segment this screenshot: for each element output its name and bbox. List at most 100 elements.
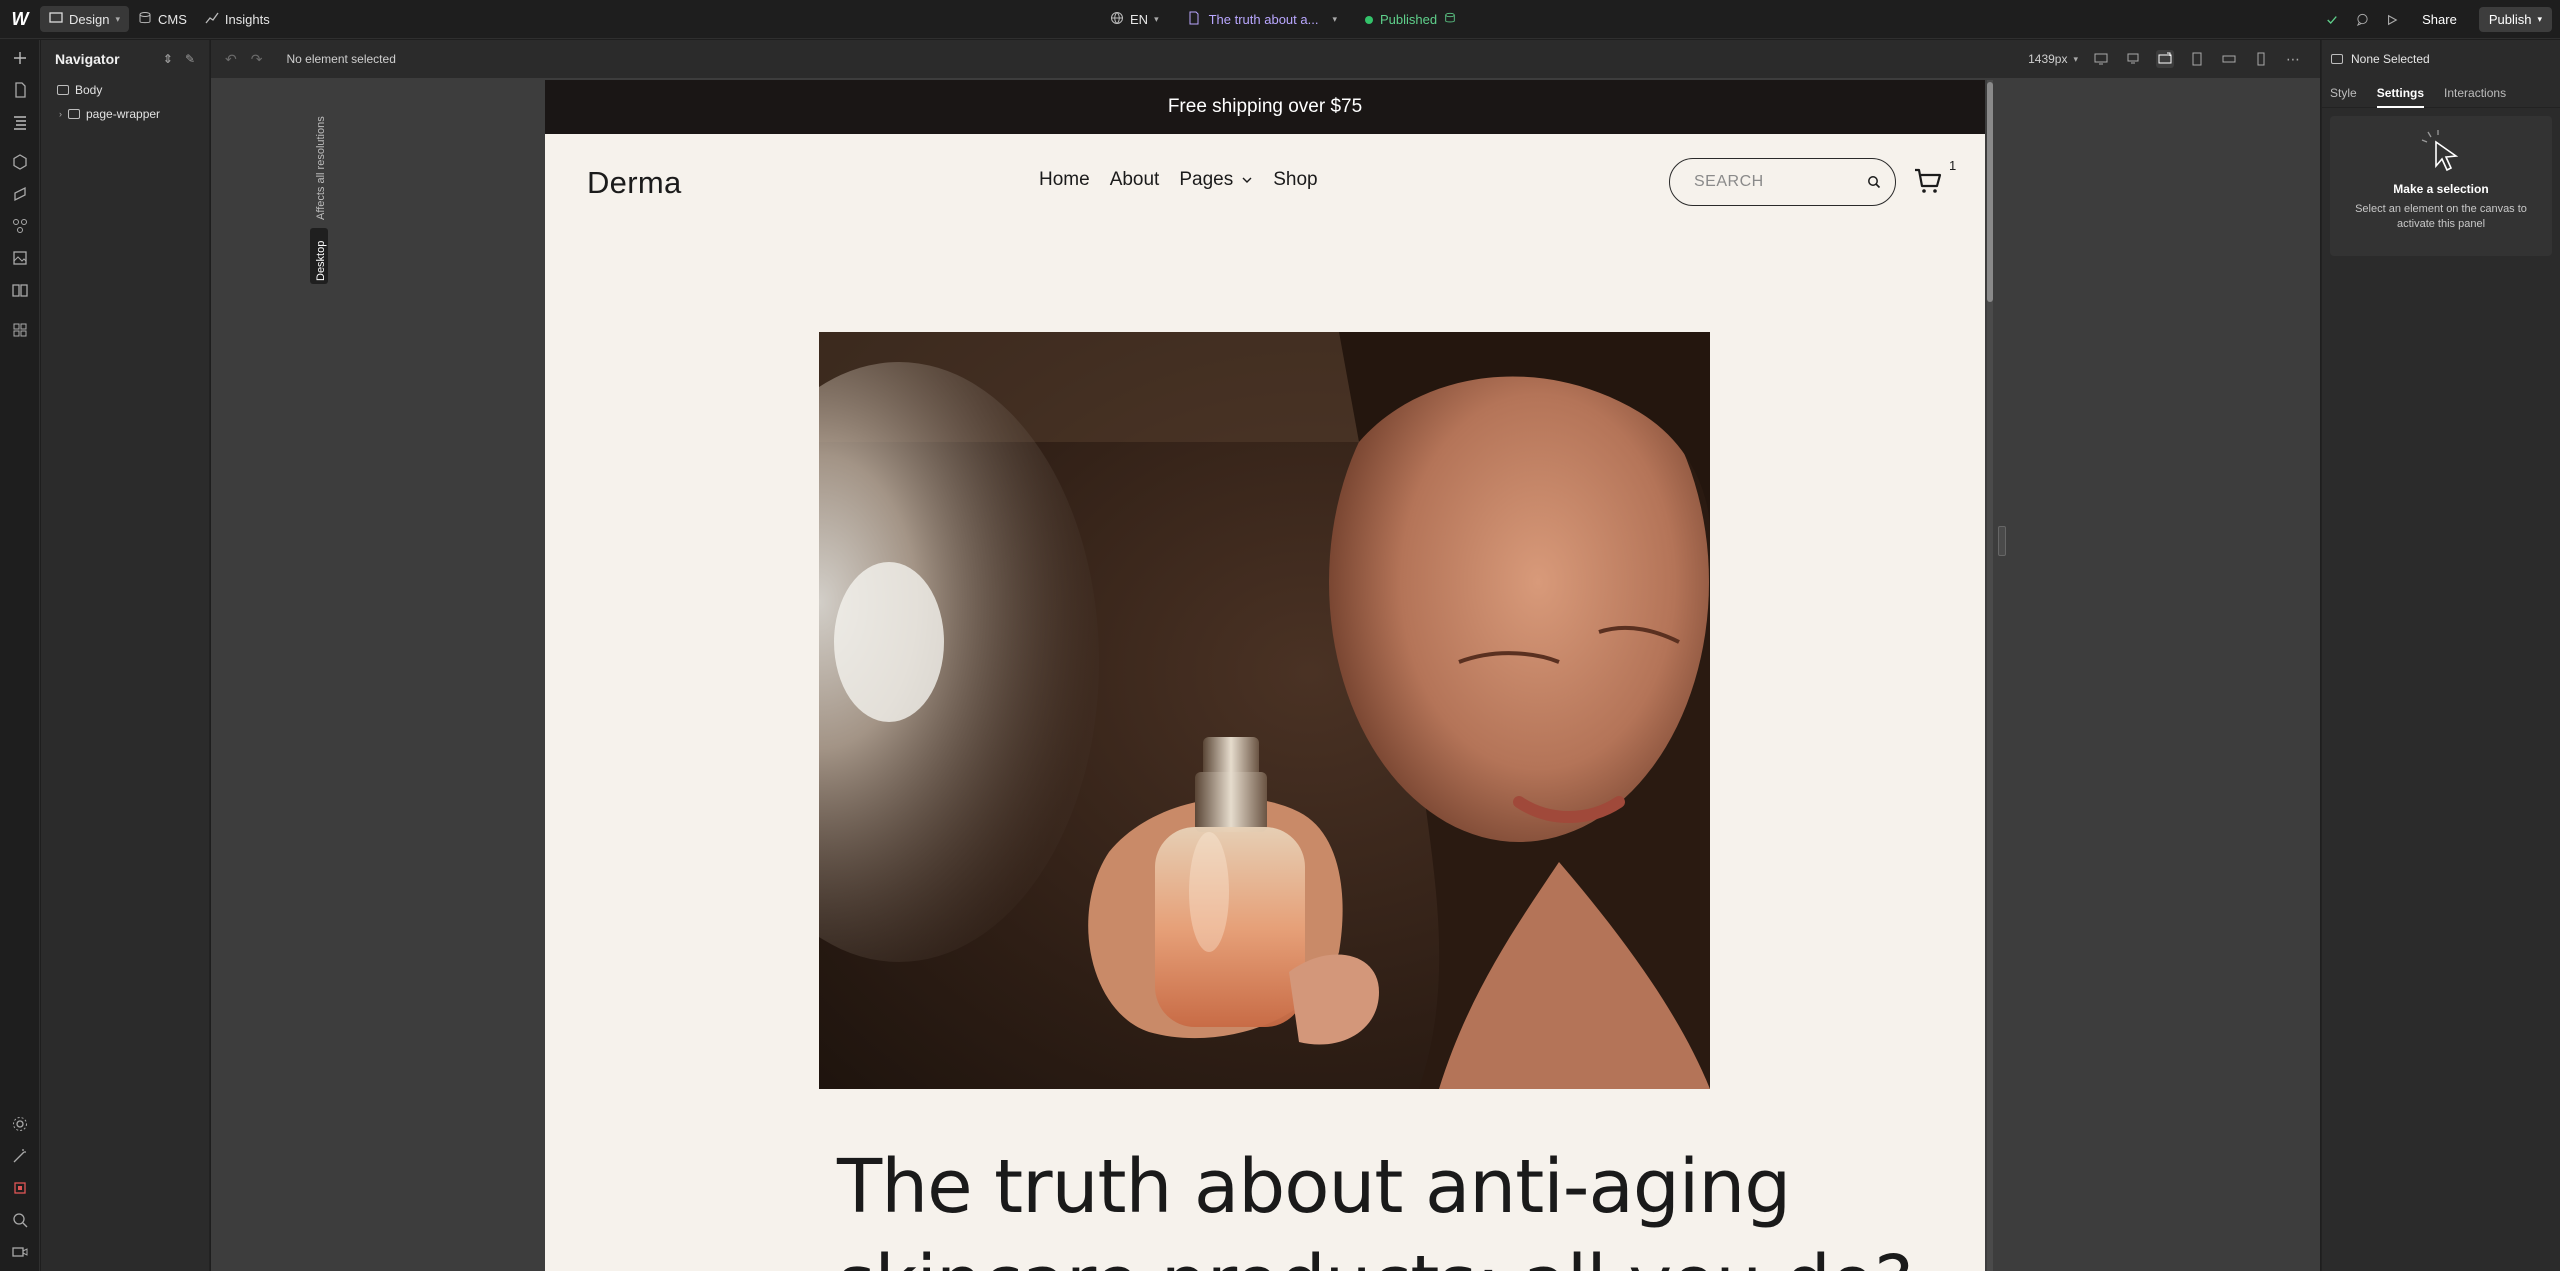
search-icon[interactable] [10,1210,30,1230]
video-icon[interactable] [10,1242,30,1262]
menu-shop[interactable]: Shop [1273,169,1317,191]
pages-icon[interactable] [10,80,30,100]
chevron-right-icon[interactable]: › [59,109,62,119]
chevron-down-icon: ▾ [115,13,120,24]
hero-image-woman-with-serum[interactable] [819,332,1710,1089]
components-icon[interactable] [10,152,30,172]
globe-icon [1110,11,1124,28]
breakpoint-mobile-landscape-icon[interactable] [2220,50,2238,68]
selection-header: None Selected [2322,40,2560,78]
empty-description: Select an element on the canvas to activ… [2355,203,2527,230]
page-name: The truth about a... [1208,12,1319,27]
chevron-down-icon [1242,177,1252,183]
insights-button[interactable]: Insights [196,6,279,32]
status-dot [1364,15,1373,24]
publish-label: Publish [2488,12,2532,27]
expand-collapse-icon[interactable]: ⇕ [163,52,173,66]
canvas-scrollbar[interactable] [1987,80,1993,1271]
page-selector[interactable]: The truth about a... ▾ [1187,11,1337,28]
breakpoint-desktop-icon[interactable] [2156,50,2174,68]
selection-label: None Selected [2351,52,2430,66]
tree-item-label: Body [75,83,103,97]
publish-status[interactable]: Published [1364,12,1456,27]
cart-icon[interactable] [1913,166,1943,196]
design-canvas[interactable]: Affects all resolutions Desktop Free shi… [211,78,2320,1271]
brand-logo[interactable]: Derma [587,165,682,201]
cms-label: CMS [158,11,187,27]
preview-play-icon[interactable] [2384,12,2400,28]
navigator-panel: Navigator ⇕ ✎ Body › page-wrapper [41,40,210,1271]
empty-title: Make a selection [2393,182,2489,196]
status-label: Published [1379,12,1438,27]
article-headline-line-2[interactable]: skincare products: all you do? [837,1240,1913,1271]
design-label: Design [69,11,110,27]
navigator-icon[interactable] [10,112,30,132]
share-button[interactable]: Share [2414,8,2465,31]
canvas-width-value[interactable]: 1439px [2028,52,2067,66]
undo-icon[interactable]: ↶ [225,51,237,68]
scrollbar-thumb[interactable] [1987,82,1993,302]
menu-pages-dropdown[interactable]: Pages [1179,169,1253,191]
database-icon [1444,12,1456,27]
chevron-down-icon: ▾ [1332,14,1337,24]
top-bar: W Design ▾ CMS Insights EN ▾ The truth a… [0,0,2560,39]
site-navbar[interactable]: Derma Home About Pages Shop SEARCH 1 [545,134,1985,230]
tab-style[interactable]: Style [2330,86,2357,100]
design-mode-button[interactable]: Design ▾ [40,6,129,32]
style-selectors-icon[interactable] [10,184,30,204]
hero-photo [819,332,1710,1089]
breakpoint-mobile-portrait-icon[interactable] [2252,50,2270,68]
database-icon [138,11,152,28]
selection-status: No element selected [286,52,396,66]
breakpoint-xl-icon[interactable] [2124,50,2142,68]
website-preview[interactable]: Free shipping over $75 Derma Home About … [545,80,1985,1271]
announcement-text: Free shipping over $75 [1167,96,1363,117]
canvas-resize-handle[interactable] [1998,526,2006,556]
record-icon[interactable] [10,1178,30,1198]
chevron-down-icon[interactable]: ▾ [2073,54,2078,65]
cursor-click-icon [2421,130,2459,172]
topbar-right: Share Publish ▾ [2324,0,2552,39]
menu-about[interactable]: About [1110,169,1160,191]
panel-tabs: Style Settings Interactions [2322,78,2560,108]
search-icon[interactable] [1867,175,1881,189]
audit-wand-icon[interactable] [10,1146,30,1166]
pin-icon[interactable]: ✎ [185,52,195,66]
more-options-icon[interactable]: ⋯ [2284,50,2302,68]
cms-button[interactable]: CMS [129,6,196,32]
tree-item-page-wrapper[interactable]: › page-wrapper [41,102,209,126]
article-headline[interactable]: The truth about anti-aging [837,1144,1791,1230]
chevron-down-icon: ▾ [2537,14,2542,24]
assets-icon[interactable] [10,248,30,268]
insights-label: Insights [224,11,270,27]
canvas-toolbar: ↶ ↷ No element selected 1439px ▾ ⋯ [211,40,2320,78]
breakpoint-tablet-icon[interactable] [2188,50,2206,68]
webflow-logo-icon[interactable]: W [0,0,40,39]
empty-selection-card: Make a selection Select an element on th… [2330,116,2552,256]
topbar-center: EN ▾ The truth about a... ▾ Published [1110,0,1456,39]
site-search-input[interactable]: SEARCH [1669,158,1896,206]
affects-all-resolutions-label: Affects all resolutions [315,116,327,220]
redo-icon[interactable]: ↷ [251,51,263,68]
book-icon[interactable] [10,280,30,300]
announcement-bar[interactable]: Free shipping over $75 [545,80,1985,134]
menu-home[interactable]: Home [1039,169,1090,191]
breakpoint-xxl-icon[interactable] [2092,50,2110,68]
locale-switcher[interactable]: EN ▾ [1110,7,1159,33]
site-menu: Home About Pages Shop [1039,169,1318,191]
menu-pages: Pages [1179,169,1234,190]
cart-count-badge: 1 [1949,158,1957,173]
tab-interactions[interactable]: Interactions [2444,86,2506,100]
comment-icon[interactable] [2354,12,2370,28]
checkmark-icon[interactable] [2324,12,2340,28]
add-icon[interactable] [10,48,30,68]
element-box-icon [68,109,80,119]
tree-item-body[interactable]: Body [41,78,209,102]
tree-item-label: page-wrapper [86,107,161,121]
settings-gear-icon[interactable] [10,1114,30,1134]
apps-icon[interactable] [10,320,30,340]
publish-button[interactable]: Publish ▾ [2478,7,2552,32]
tab-settings[interactable]: Settings [2376,86,2425,108]
right-settings-panel: None Selected Style Settings Interaction… [2321,40,2560,1271]
variables-icon[interactable] [10,216,30,236]
